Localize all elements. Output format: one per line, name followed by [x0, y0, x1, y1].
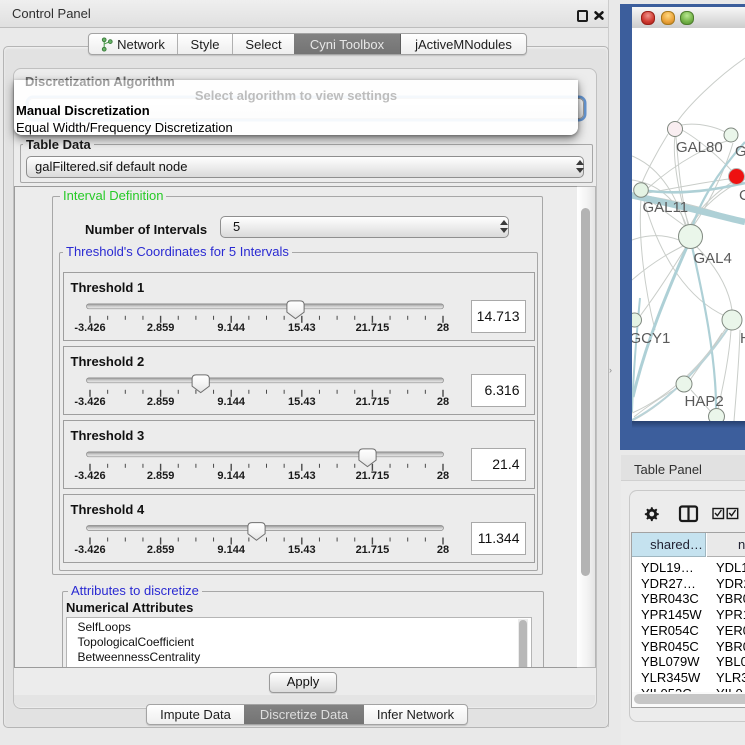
svg-text:GAL11: GAL11 [643, 199, 689, 216]
svg-text:GCY1: GCY1 [632, 330, 670, 347]
svg-text:H: H [740, 330, 745, 347]
svg-text:HAP2: HAP2 [685, 393, 724, 410]
svg-text:GA: GA [735, 143, 745, 160]
svg-text:C: C [739, 187, 745, 204]
svg-text:GAL80: GAL80 [676, 139, 723, 156]
svg-text:GAL4: GAL4 [694, 250, 732, 267]
